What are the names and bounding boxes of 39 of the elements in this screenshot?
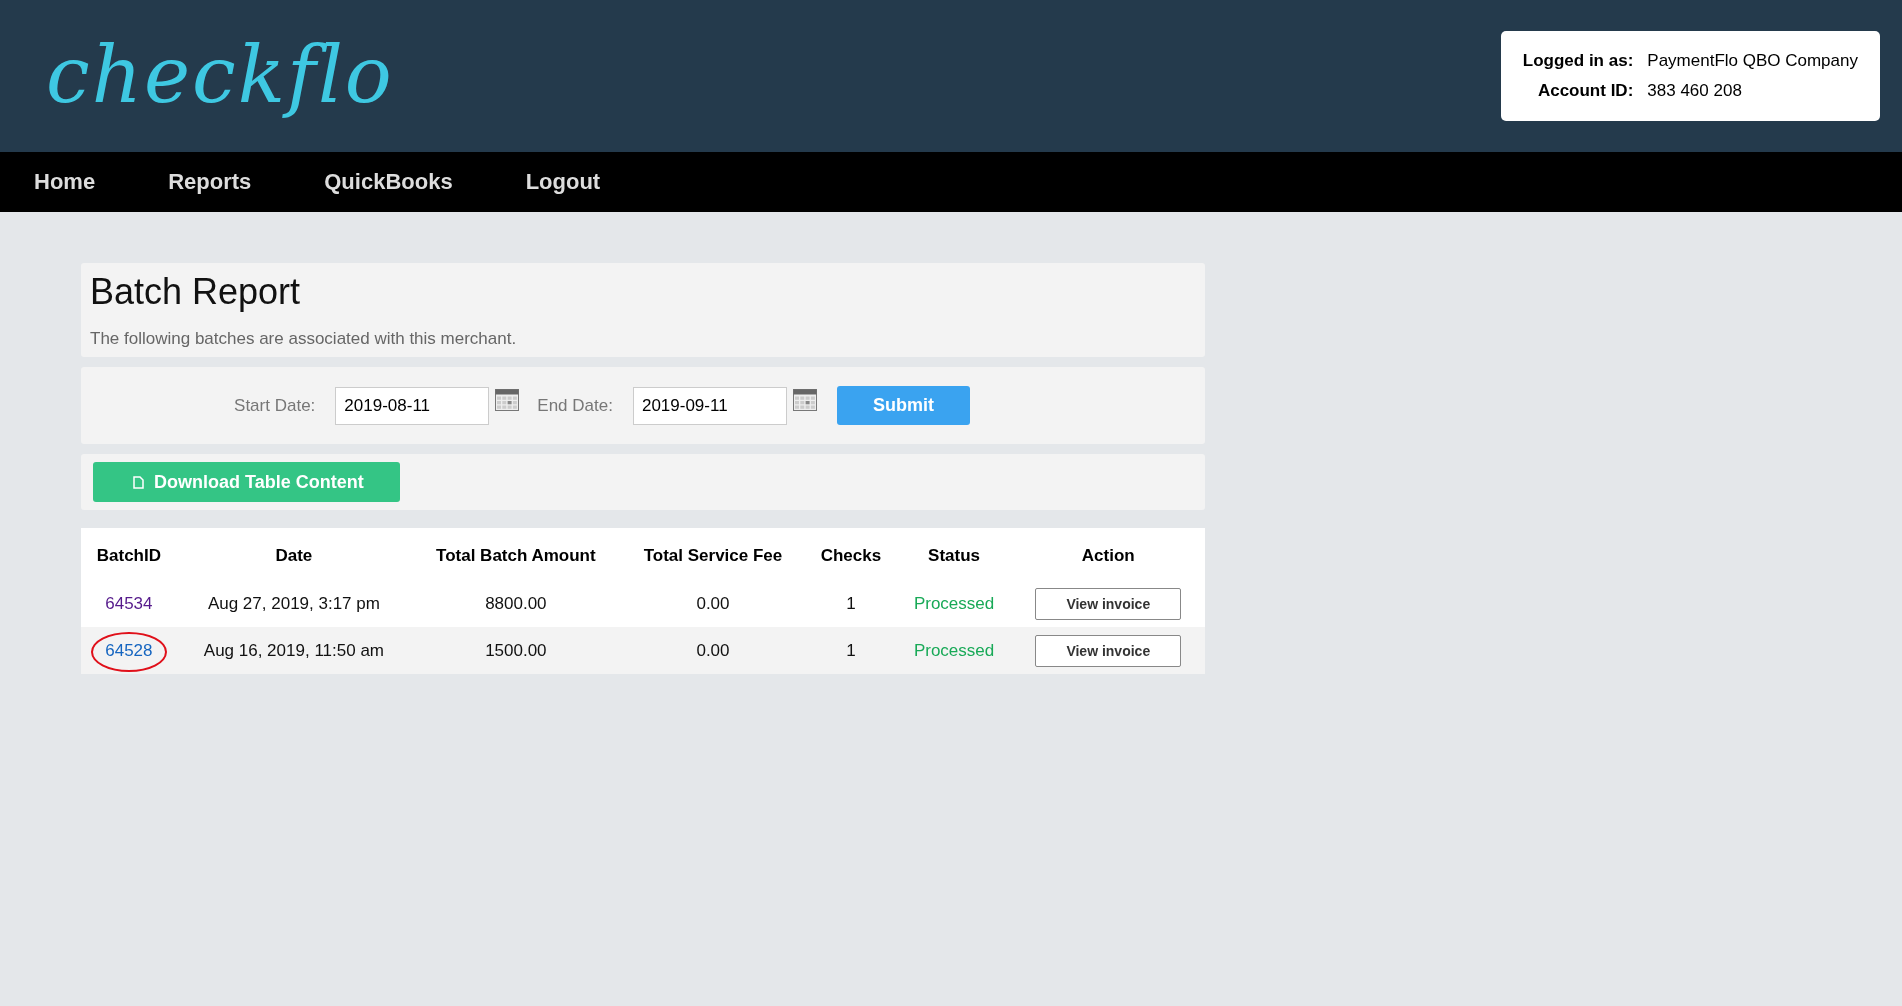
date-input[interactable]: 2019-09-11 bbox=[632, 386, 787, 425]
table-cell: 1 bbox=[805, 627, 897, 674]
view-invoice-button[interactable]: View invoice bbox=[1035, 587, 1182, 620]
table-cell: 1 bbox=[805, 580, 897, 627]
column-header: Checks bbox=[805, 528, 897, 580]
date-label: End Date: bbox=[537, 395, 613, 416]
calendar-icon[interactable] bbox=[495, 388, 520, 411]
document-icon bbox=[133, 475, 144, 489]
nav-link[interactable]: Logout bbox=[525, 169, 601, 195]
table-cell: 0.00 bbox=[620, 627, 806, 674]
table-cell: Aug 27, 2019, 3:17 pm bbox=[176, 580, 412, 627]
account-value: PaymentFlo QBO Company bbox=[1647, 51, 1858, 71]
column-header: Total Batch Amount bbox=[411, 528, 621, 580]
logo: checkflo bbox=[45, 29, 395, 123]
view-invoice-button[interactable]: View invoice bbox=[1035, 634, 1182, 667]
nav-link[interactable]: Reports bbox=[168, 169, 252, 195]
page-description: The following batches are associated with this merchant. bbox=[90, 329, 518, 349]
account-label: Account ID: bbox=[1536, 81, 1634, 101]
table-cell: 1500.00 bbox=[411, 627, 621, 674]
table-cell: 8800.00 bbox=[411, 580, 621, 627]
column-header: Total Service Fee bbox=[620, 528, 806, 580]
status-cell: Processed bbox=[896, 627, 1012, 674]
date-input[interactable]: 2019-08-11 bbox=[335, 386, 490, 425]
column-header: Action bbox=[1011, 528, 1205, 580]
account-label: Logged in as: bbox=[1522, 51, 1634, 71]
batch-id-link[interactable]: 64534 bbox=[105, 593, 153, 613]
table-cell: Aug 16, 2019, 11:50 am bbox=[176, 627, 412, 674]
column-header: Status bbox=[896, 528, 1012, 580]
account-value: 383 460 208 bbox=[1647, 81, 1743, 101]
date-label: Start Date: bbox=[234, 395, 316, 416]
table-cell: 0.00 bbox=[620, 580, 806, 627]
nav-link[interactable]: QuickBooks bbox=[324, 169, 453, 195]
page-title: Batch Report bbox=[90, 271, 302, 313]
status-cell: Processed bbox=[896, 580, 1012, 627]
batch-id-link[interactable]: 64528 bbox=[105, 640, 153, 660]
column-header: BatchID bbox=[81, 528, 177, 580]
column-header: Date bbox=[176, 528, 412, 580]
calendar-icon[interactable] bbox=[792, 388, 817, 411]
nav-link[interactable]: Home bbox=[34, 169, 96, 195]
